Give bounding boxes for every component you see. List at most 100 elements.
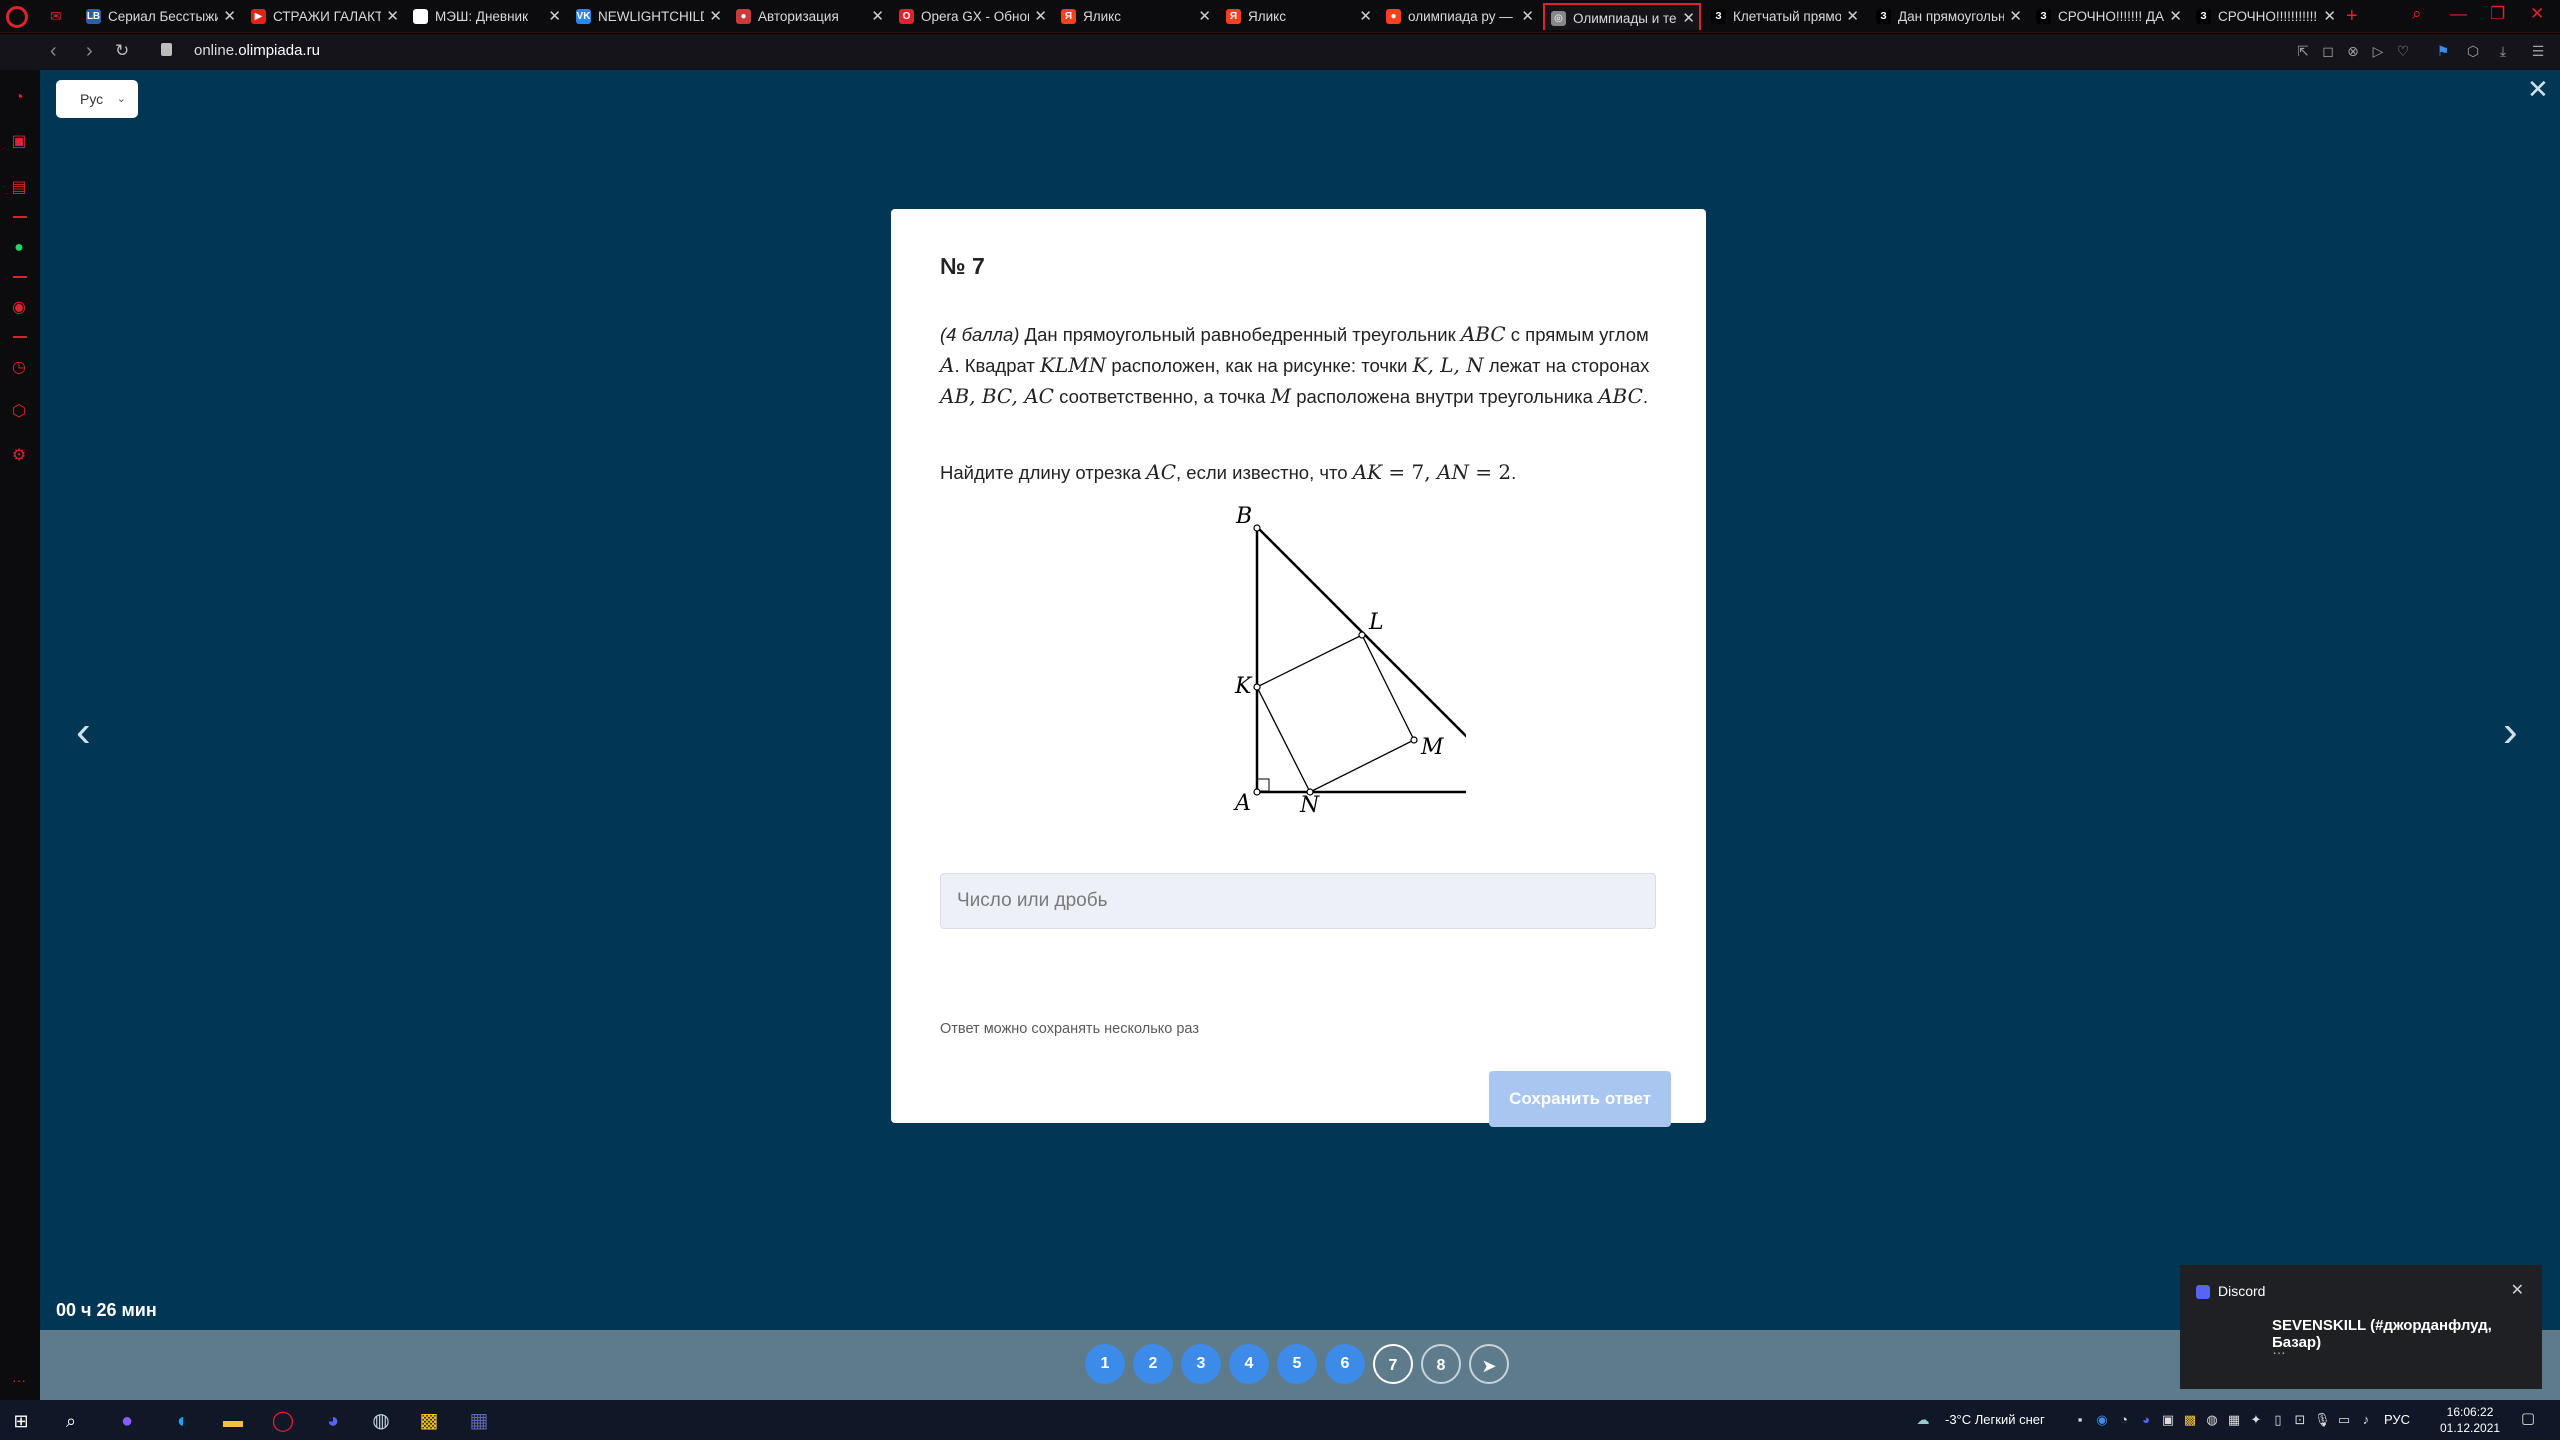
minimize-icon[interactable]: — — [2450, 4, 2467, 24]
browser-tab[interactable]: З СРОЧНО!!!!!!! ДАЮ ✕ — [2030, 3, 2186, 30]
browser-tab[interactable]: O Opera GX - Обновл ✕ — [893, 3, 1051, 30]
clock[interactable]: 16:06:22 01.12.2021 — [2440, 1404, 2500, 1436]
tray-icon[interactable]: ◍ — [2204, 1412, 2220, 1428]
extensions-icon[interactable]: ⬡ — [2465, 43, 2481, 59]
twitch-icon[interactable]: ▤ — [9, 178, 29, 198]
back-icon[interactable]: ‹ — [50, 41, 57, 61]
question-nav-3[interactable]: 3 — [1181, 1344, 1221, 1384]
alice-icon[interactable]: ● — [114, 1408, 140, 1434]
browser-tab[interactable]: ▶ СТРАЖИ ГАЛАКТИКИ ✕ — [245, 3, 403, 30]
lock-icon[interactable] — [161, 43, 172, 56]
previous-question-icon[interactable]: ‹ — [76, 710, 91, 754]
question-nav-2[interactable]: 2 — [1133, 1344, 1173, 1384]
answer-input[interactable] — [940, 873, 1656, 929]
tray-icon[interactable]: ⊡ — [2292, 1412, 2308, 1428]
cube-icon[interactable]: ⬡ — [9, 402, 29, 422]
input-language[interactable]: РУС — [2384, 1412, 2410, 1427]
more-icon[interactable]: ··· — [9, 1370, 29, 1390]
close-tab-icon[interactable]: ✕ — [1034, 3, 1047, 30]
tray-icon[interactable]: ◉ — [2094, 1412, 2110, 1428]
discord-taskbar-icon[interactable]: ◕ — [320, 1408, 346, 1434]
history-icon[interactable]: ◷ — [9, 358, 29, 378]
mail-icon[interactable]: ✉ — [50, 7, 68, 25]
favorites-icon[interactable]: ♡ — [2395, 43, 2411, 59]
browser-tab[interactable]: З СРОЧНО!!!!!!!!!!! ✕ — [2190, 3, 2340, 30]
tray-icon[interactable]: ✦ — [2248, 1412, 2264, 1428]
gx-control-icon[interactable]: ◔ — [9, 88, 29, 108]
save-answer-button[interactable]: Сохранить ответ — [1489, 1071, 1671, 1127]
new-tab-icon[interactable]: + — [2346, 3, 2358, 29]
microphone-icon[interactable]: 🎙 — [2314, 1412, 2331, 1428]
close-icon[interactable]: ✕ — [2527, 74, 2549, 105]
close-tab-icon[interactable]: ✕ — [223, 3, 236, 30]
language-select[interactable]: Рус ⌄ — [56, 80, 138, 118]
close-tab-icon[interactable]: ✕ — [871, 3, 884, 30]
submit-send-icon[interactable]: ➤ — [1469, 1344, 1509, 1384]
question-nav-5[interactable]: 5 — [1277, 1344, 1317, 1384]
network-icon[interactable]: ▭ — [2336, 1412, 2352, 1428]
notifications-icon[interactable]: ▢ — [2520, 1411, 2536, 1427]
tray-icon[interactable]: ◕ — [2138, 1412, 2154, 1428]
close-tab-icon[interactable]: ✕ — [548, 3, 561, 30]
volume-icon[interactable]: ♪ — [2358, 1412, 2374, 1428]
tray-icon[interactable]: ▯ — [2270, 1412, 2286, 1428]
browser-tab[interactable]: Я Яликс ✕ — [1220, 3, 1376, 30]
tray-icon[interactable]: ▣ — [2160, 1412, 2176, 1428]
close-tab-icon[interactable]: ✕ — [1682, 5, 1695, 30]
browser-tab[interactable]: З Дан прямоугольн ✕ — [1870, 3, 2026, 30]
gx-store-icon[interactable]: ▣ — [9, 132, 29, 152]
question-nav-8[interactable]: 8 — [1421, 1344, 1461, 1384]
browser-tab[interactable]: ● Авторизация ✕ — [730, 3, 888, 30]
explorer-icon[interactable]: ▬ — [220, 1408, 246, 1434]
browser-tab[interactable]: ◎ Олимпиады и тесты ✕ — [1543, 3, 1701, 30]
extension-flag-icon[interactable]: ⚑ — [2435, 43, 2451, 59]
close-tab-icon[interactable]: ✕ — [2169, 3, 2182, 30]
close-tab-icon[interactable]: ✕ — [2323, 3, 2336, 30]
rockstar-icon[interactable]: ▩ — [416, 1408, 442, 1434]
browser-tab[interactable]: LB Сериал Бесстыжие ✕ — [80, 3, 240, 30]
close-tab-icon[interactable]: ✕ — [2009, 3, 2022, 30]
browser-tab[interactable]: З Клетчатый прямоу ✕ — [1705, 3, 1863, 30]
question-nav-4[interactable]: 4 — [1229, 1344, 1269, 1384]
tray-icon[interactable]: ◔ — [2116, 1412, 2132, 1428]
reload-icon[interactable]: ↻ — [115, 41, 129, 61]
close-tab-icon[interactable]: ✕ — [1359, 3, 1372, 30]
windows-start-icon[interactable]: ⊞ — [8, 1408, 34, 1434]
close-notification-icon[interactable]: ✕ — [2511, 1280, 2524, 1300]
opera-gx-icon[interactable]: ◯ — [270, 1408, 296, 1434]
tray-icon[interactable]: ▪ — [2072, 1412, 2088, 1428]
tray-icon[interactable]: ▦ — [2226, 1412, 2242, 1428]
next-question-icon[interactable]: › — [2503, 710, 2518, 754]
close-tab-icon[interactable]: ✕ — [1198, 3, 1211, 30]
close-tab-icon[interactable]: ✕ — [386, 3, 399, 30]
forward-icon[interactable]: › — [86, 41, 93, 61]
question-nav-6[interactable]: 6 — [1325, 1344, 1365, 1384]
question-nav-7[interactable]: 7 — [1373, 1344, 1413, 1384]
player-icon[interactable]: ▷ — [2370, 43, 2386, 59]
snapshot-icon[interactable]: ◻ — [2320, 43, 2336, 59]
browser-tab[interactable]: ● олимпиада ру — Я ✕ — [1380, 3, 1538, 30]
browser-tab[interactable]: VK NEWLIGHTCHILD, D ✕ — [570, 3, 726, 30]
vpn-icon[interactable]: ⊗ — [2345, 43, 2361, 59]
opera-logo-icon[interactable] — [6, 6, 28, 28]
whatsapp-icon[interactable]: ● — [9, 238, 29, 258]
weather-text[interactable]: -3°C Легкий снег — [1945, 1412, 2045, 1427]
easy-setup-icon[interactable]: ☰ — [2530, 43, 2546, 59]
share-icon[interactable]: ⇱ — [2295, 43, 2311, 59]
tray-icon[interactable]: ▩ — [2182, 1412, 2198, 1428]
browser-tab[interactable]: МЭШ: Дневник ✕ — [407, 3, 565, 30]
browser-tab[interactable]: Я Яликс ✕ — [1055, 3, 1215, 30]
settings-icon[interactable]: ⚙ — [9, 446, 29, 466]
download-icon[interactable]: ⤓ — [2495, 43, 2511, 59]
question-nav-1[interactable]: 1 — [1085, 1344, 1125, 1384]
close-tab-icon[interactable]: ✕ — [1846, 3, 1859, 30]
search-icon[interactable]: ⌕ — [2412, 4, 2422, 24]
url-field[interactable]: online.olimpiada.ru — [194, 42, 320, 59]
player-sidebar-icon[interactable]: ◉ — [9, 298, 29, 318]
teams-icon[interactable]: ▦ — [466, 1408, 492, 1434]
close-window-icon[interactable]: ✕ — [2530, 4, 2544, 24]
close-tab-icon[interactable]: ✕ — [1521, 3, 1534, 30]
steam-icon[interactable]: ◍ — [368, 1408, 394, 1434]
edge-icon[interactable]: ◐ — [170, 1408, 196, 1434]
discord-notification[interactable]: Discord ✕ SEVENSKILL (#джорданфлуд, База… — [2180, 1265, 2542, 1389]
